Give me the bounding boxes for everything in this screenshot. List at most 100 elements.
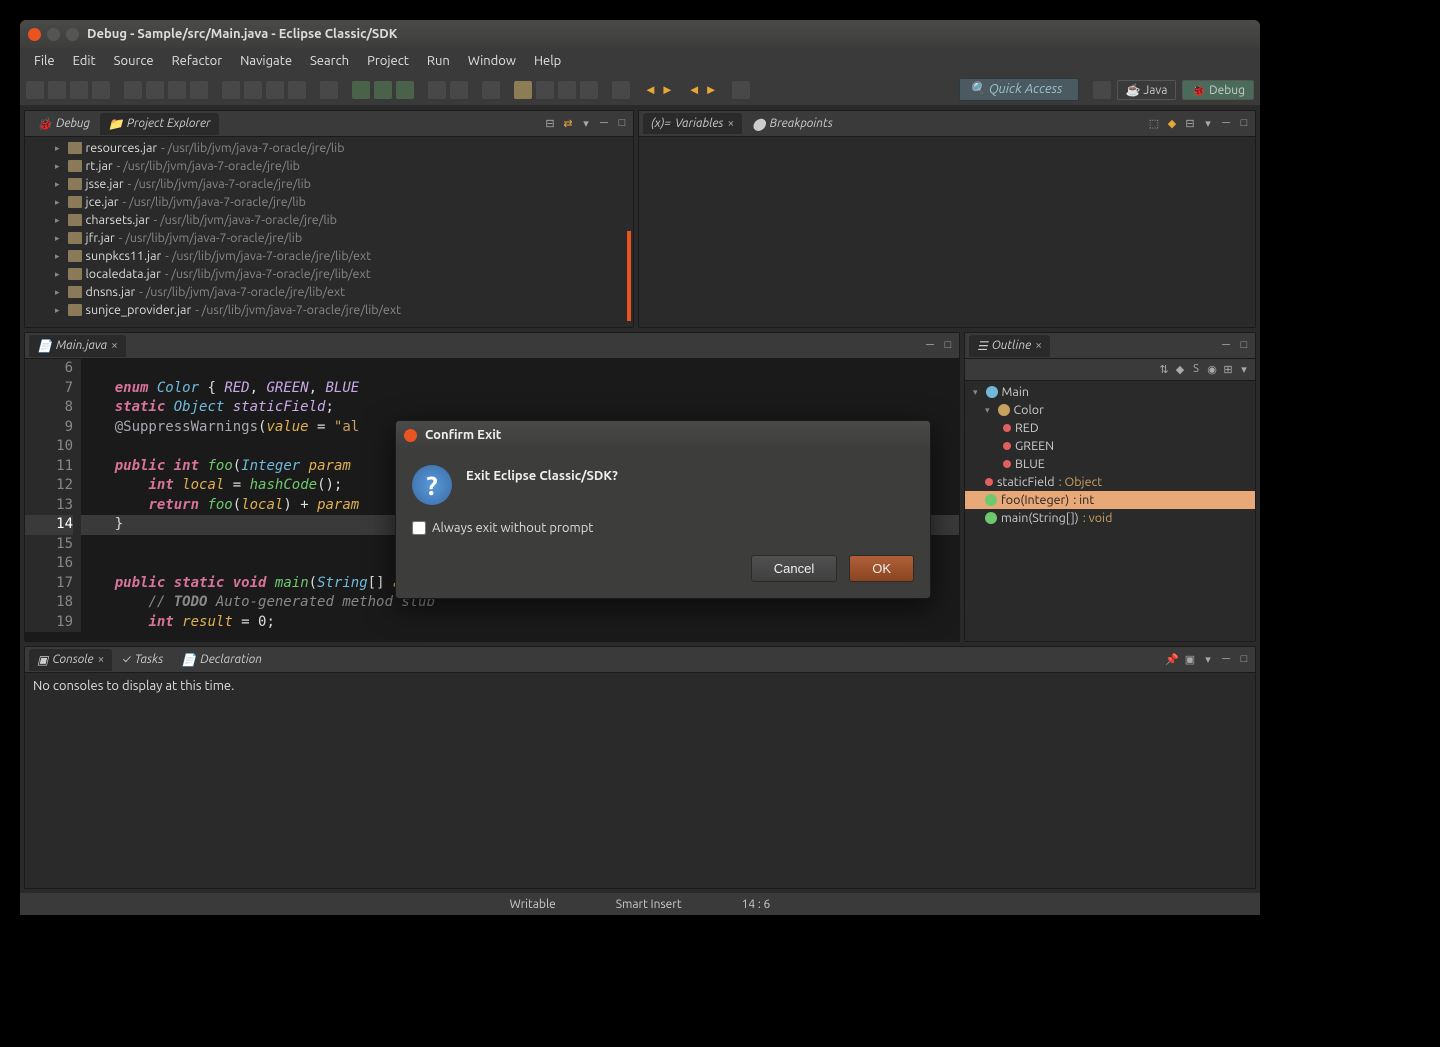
console-body[interactable]: No consoles to display at this time. — [25, 673, 1255, 888]
link-editor-icon[interactable]: ⇄ — [561, 117, 575, 131]
minimize-icon[interactable]: ─ — [597, 117, 611, 131]
forward-icon[interactable]: ► — [661, 82, 674, 97]
run-last-icon[interactable] — [396, 81, 414, 99]
step-into-icon[interactable] — [222, 81, 240, 99]
next-edit-icon[interactable]: ► — [705, 82, 718, 97]
quick-access-input[interactable]: 🔍 Quick Access — [959, 78, 1079, 101]
sort-icon[interactable]: ⇅ — [1157, 363, 1171, 377]
variables-body[interactable] — [639, 137, 1255, 327]
hide-static-icon[interactable]: S — [1189, 363, 1203, 377]
maximize-icon[interactable]: □ — [1237, 117, 1251, 131]
debug-icon[interactable] — [352, 81, 370, 99]
minimize-icon[interactable]: ─ — [1219, 653, 1233, 667]
tab-debug[interactable]: 🐞 Debug — [29, 113, 98, 135]
next-annotation-icon[interactable] — [612, 81, 630, 99]
outline-field[interactable]: staticField : Object — [965, 473, 1255, 491]
pin-console-icon[interactable]: 📌 — [1165, 653, 1179, 667]
collapse-all-icon[interactable]: ⊟ — [543, 117, 557, 131]
menu-run[interactable]: Run — [419, 50, 458, 72]
hide-fields-icon[interactable]: ◆ — [1173, 363, 1187, 377]
maximize-icon[interactable]: □ — [615, 117, 629, 131]
tab-tasks[interactable]: ✓ Tasks — [114, 649, 171, 670]
menu-help[interactable]: Help — [526, 50, 569, 72]
tab-console[interactable]: ▣ Console × — [29, 649, 112, 671]
prev-edit-icon[interactable]: ◄ — [688, 82, 701, 97]
outline-tree[interactable]: ▾Main ▾Color RED GREEN BLUE staticField … — [965, 381, 1255, 641]
outline-enum[interactable]: ▾Color — [965, 401, 1255, 419]
menu-source[interactable]: Source — [106, 50, 162, 72]
save-icon[interactable] — [48, 81, 66, 99]
tab-breakpoints[interactable]: ⬤ Breakpoints — [744, 113, 841, 135]
ok-button[interactable]: OK — [849, 555, 914, 582]
tab-editor-main[interactable]: 📄 Main.java × — [29, 335, 126, 357]
minimize-icon[interactable]: ─ — [923, 339, 937, 353]
hide-nonpublic-icon[interactable]: ◉ — [1205, 363, 1219, 377]
toggle-block-icon[interactable] — [536, 81, 554, 99]
maximize-icon[interactable]: □ — [1237, 653, 1251, 667]
menu-file[interactable]: File — [26, 50, 63, 72]
display-console-icon[interactable]: ▣ — [1183, 653, 1197, 667]
menu-search[interactable]: Search — [302, 50, 357, 72]
hide-local-icon[interactable]: ⊞ — [1221, 363, 1235, 377]
terminate-icon[interactable] — [168, 81, 186, 99]
jar-icon — [68, 232, 82, 244]
drop-frame-icon[interactable] — [288, 81, 306, 99]
skip-breakpoints-icon[interactable] — [320, 81, 338, 99]
print-icon[interactable] — [92, 81, 110, 99]
jar-icon — [68, 160, 82, 172]
show-logical-icon[interactable]: ◆ — [1165, 117, 1179, 131]
cancel-button[interactable]: Cancel — [751, 555, 837, 582]
collapse-icon[interactable]: ⊟ — [1183, 117, 1197, 131]
outline-class[interactable]: ▾Main — [965, 383, 1255, 401]
new-package-icon[interactable] — [450, 81, 468, 99]
pin-icon[interactable] — [732, 81, 750, 99]
window-close-icon[interactable] — [28, 28, 41, 41]
window-minimize-icon[interactable] — [47, 28, 60, 41]
open-type-icon[interactable] — [482, 81, 500, 99]
project-tree[interactable]: ▸resources.jar - /usr/lib/jvm/java-7-ora… — [25, 137, 633, 327]
menu-navigate[interactable]: Navigate — [232, 50, 300, 72]
open-console-icon[interactable]: ▾ — [1201, 653, 1215, 667]
perspective-java[interactable]: ☕ Java — [1117, 80, 1177, 100]
tab-project-explorer[interactable]: 📁 Project Explorer — [100, 113, 219, 135]
always-exit-checkbox[interactable] — [412, 521, 426, 535]
open-perspective-icon[interactable] — [1093, 81, 1111, 99]
show-whitespace-icon[interactable] — [558, 81, 576, 99]
outline-enum-const[interactable]: GREEN — [965, 437, 1255, 455]
view-menu-icon[interactable]: ▾ — [579, 117, 593, 131]
suspend-icon[interactable] — [146, 81, 164, 99]
show-type-icon[interactable]: ⬚ — [1147, 117, 1161, 131]
menu-refactor[interactable]: Refactor — [164, 50, 231, 72]
disconnect-icon[interactable] — [190, 81, 208, 99]
tab-declaration[interactable]: 📄 Declaration — [173, 649, 270, 671]
maximize-icon[interactable]: □ — [941, 339, 955, 353]
tab-variables[interactable]: (x)= Variables × — [643, 113, 742, 134]
minimize-icon[interactable]: ─ — [1219, 117, 1233, 131]
outline-enum-const[interactable]: RED — [965, 419, 1255, 437]
view-menu-icon[interactable]: ▾ — [1237, 363, 1251, 377]
save-all-icon[interactable] — [70, 81, 88, 99]
perspective-debug[interactable]: 🐞 Debug — [1182, 80, 1254, 100]
outline-enum-const[interactable]: BLUE — [965, 455, 1255, 473]
menu-project[interactable]: Project — [359, 50, 417, 72]
new-class-icon[interactable] — [428, 81, 446, 99]
outline-method-main[interactable]: main(String[]) : void — [965, 509, 1255, 527]
scrollbar-thumb[interactable] — [627, 231, 631, 321]
toggle-breadcrumb-icon[interactable] — [580, 81, 598, 99]
view-menu-icon[interactable]: ▾ — [1201, 117, 1215, 131]
maximize-icon[interactable]: □ — [1237, 339, 1251, 353]
toggle-mark-icon[interactable] — [514, 81, 532, 99]
window-maximize-icon[interactable] — [66, 28, 79, 41]
step-over-icon[interactable] — [244, 81, 262, 99]
back-icon[interactable]: ◄ — [644, 82, 657, 97]
new-icon[interactable] — [26, 81, 44, 99]
run-icon[interactable] — [374, 81, 392, 99]
step-return-icon[interactable] — [266, 81, 284, 99]
menu-edit[interactable]: Edit — [65, 50, 104, 72]
dialog-close-icon[interactable] — [404, 429, 417, 442]
minimize-icon[interactable]: ─ — [1219, 339, 1233, 353]
menu-window[interactable]: Window — [460, 50, 524, 72]
outline-method-foo[interactable]: foo(Integer) : int — [965, 491, 1255, 509]
resume-icon[interactable] — [124, 81, 142, 99]
tab-outline[interactable]: ☰ Outline × — [969, 335, 1050, 357]
